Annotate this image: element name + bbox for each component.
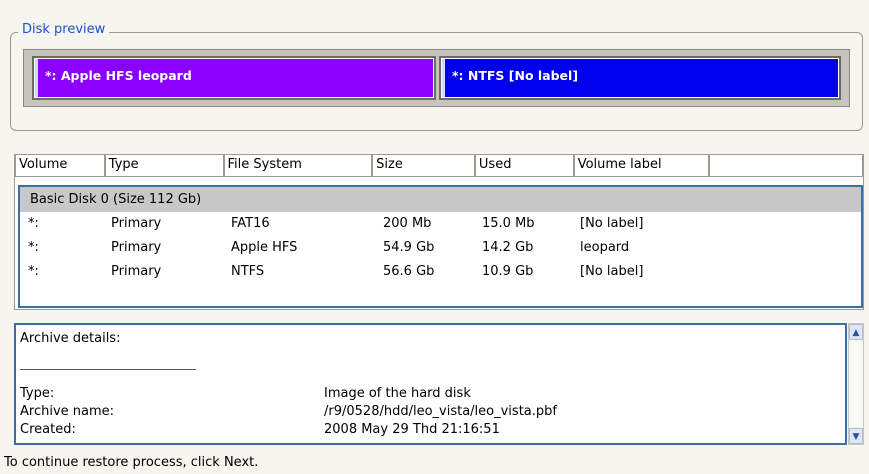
partition-label: *: Apple HFS leopard [45,68,192,83]
cell-size: 200 Mb [383,216,432,231]
cell-type: Primary [111,240,162,255]
scroll-track[interactable] [849,341,863,427]
table-row[interactable]: *: Primary Apple HFS 54.9 Gb 14.2 Gb leo… [20,236,861,260]
scroll-up-icon[interactable]: ▲ [849,324,863,340]
disk-row[interactable]: Basic Disk 0 (Size 112 Gb) [20,187,861,212]
column-header-type[interactable]: Type [104,155,224,177]
cell-used: 10.9 Gb [482,264,534,279]
divider [20,369,196,370]
column-header-used[interactable]: Used [474,155,574,177]
cell-used: 14.2 Gb [482,240,534,255]
column-header-volume-label[interactable]: Volume label [573,155,710,177]
cell-size: 54.9 Gb [383,240,435,255]
disk-preview-bar: *: Apple HFS leopard *: NTFS [No label] [23,49,850,107]
cell-file-system: NTFS [231,264,265,279]
cell-volume-label: [No label] [580,264,644,279]
partition-label: *: NTFS [No label] [452,68,579,83]
archive-details-panel[interactable]: Archive details: Type: Image of the hard… [14,323,847,445]
cell-volume-label: [No label] [580,216,644,231]
cell-volume-label: leopard [580,240,630,255]
volume-list: Basic Disk 0 (Size 112 Gb) *: Primary FA… [18,185,863,308]
cell-used: 15.0 Mb [482,216,535,231]
details-scrollbar[interactable]: ▲ ▼ [848,323,864,445]
table-header: Volume Type File System Size Used Volume… [15,155,863,177]
volume-table: Volume Type File System Size Used Volume… [14,154,864,310]
partition-ntfs[interactable]: *: NTFS [No label] [439,56,841,100]
partition-apple-hfs[interactable]: *: Apple HFS leopard [32,56,436,100]
field-value-type: Image of the hard disk [324,386,471,401]
table-row[interactable]: *: Primary NTFS 56.6 Gb 10.9 Gb [No labe… [20,260,861,284]
archive-details-heading: Archive details: [20,331,121,346]
partition-indicator [35,59,38,97]
status-text: To continue restore process, click Next. [4,455,259,470]
cell-type: Primary [111,264,162,279]
partition-indicator [442,59,445,97]
cell-size: 56.6 Gb [383,264,435,279]
cell-file-system: Apple HFS [231,240,298,255]
cell-type: Primary [111,216,162,231]
scroll-down-icon[interactable]: ▼ [849,428,863,444]
cell-file-system: FAT16 [231,216,270,231]
column-header-volume[interactable]: Volume [15,155,105,177]
column-header-empty [709,155,863,177]
column-header-size[interactable]: Size [372,155,475,177]
field-value-created: 2008 May 29 Thd 21:16:51 [324,422,500,437]
table-row[interactable]: *: Primary FAT16 200 Mb 15.0 Mb [No labe… [20,212,861,236]
field-name-type: Type: [20,386,55,401]
disk-preview-title: Disk preview [18,22,110,37]
column-header-file-system[interactable]: File System [223,155,373,177]
cell-volume: *: [28,240,39,255]
field-value-archive-name: /r9/0528/hdd/leo_vista/leo_vista.pbf [324,404,557,419]
cell-volume: *: [28,264,39,279]
field-name-archive-name: Archive name: [20,404,115,419]
cell-volume: *: [28,216,39,231]
field-name-created: Created: [20,422,76,437]
